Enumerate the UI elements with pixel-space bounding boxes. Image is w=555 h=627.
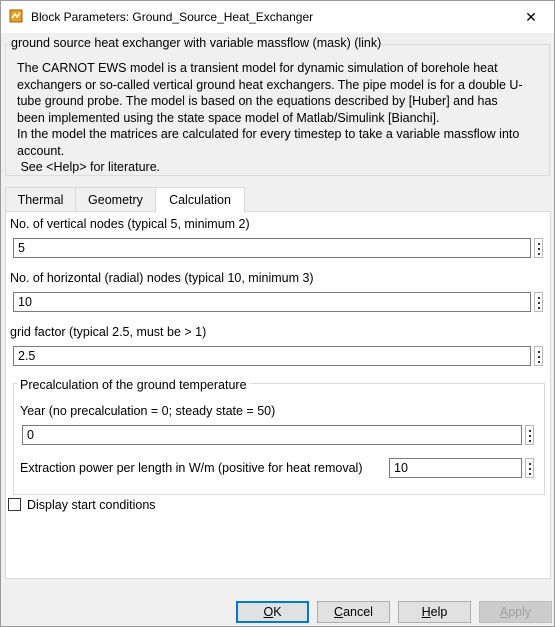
close-icon[interactable]: ✕	[508, 1, 554, 33]
tab-thermal[interactable]: Thermal	[5, 187, 76, 212]
vertical-ellipsis-icon[interactable]	[534, 238, 543, 258]
cancel-button[interactable]: Cancel	[317, 601, 390, 623]
window-title: Block Parameters: Ground_Source_Heat_Exc…	[31, 10, 314, 24]
ok-button[interactable]: OK	[236, 601, 309, 623]
description-line: account.	[17, 143, 65, 158]
vertical-ellipsis-icon[interactable]	[534, 346, 543, 366]
vertical-ellipsis-icon[interactable]	[534, 292, 543, 312]
horizontal-nodes-field[interactable]: 10	[13, 292, 531, 312]
description-line: The CARNOT EWS model is a transient mode…	[17, 61, 498, 75]
description-line: See <Help> for literature.	[17, 160, 161, 174]
year-label: Year (no precalculation = 0; steady stat…	[20, 404, 276, 418]
mask-title: ground source heat exchanger with variab…	[11, 36, 382, 50]
description-line: been implemented using the state space m…	[17, 110, 440, 125]
vertical-ellipsis-icon[interactable]	[525, 425, 534, 445]
apply-button[interactable]: Apply	[479, 601, 552, 623]
mask-description: The CARNOT EWS model is a transient mode…	[17, 60, 545, 176]
simulink-block-icon	[9, 9, 23, 23]
vertical-ellipsis-icon[interactable]	[525, 458, 534, 478]
year-field[interactable]: 0	[22, 425, 522, 445]
tab-calculation[interactable]: Calculation	[155, 187, 245, 213]
vertical-nodes-field[interactable]: 5	[13, 238, 531, 258]
grid-factor-label: grid factor (typical 2.5, must be > 1)	[10, 325, 207, 339]
precalculation-title: Precalculation of the ground temperature	[18, 378, 249, 392]
description-line: In the model the matrices are calculated…	[17, 127, 520, 141]
vertical-nodes-label: No. of vertical nodes (typical 5, minimu…	[10, 217, 250, 231]
extraction-power-field[interactable]: 10	[389, 458, 522, 478]
display-start-label[interactable]: Display start conditions	[27, 498, 156, 512]
help-button[interactable]: Help	[398, 601, 471, 623]
calculation-panel: No. of vertical nodes (typical 5, minimu…	[5, 211, 551, 579]
block-parameters-dialog: Block Parameters: Ground_Source_Heat_Exc…	[0, 0, 555, 627]
title-bar[interactable]: Block Parameters: Ground_Source_Heat_Exc…	[1, 1, 554, 33]
grid-factor-field[interactable]: 2.5	[13, 346, 531, 366]
display-start-checkbox[interactable]	[8, 498, 21, 511]
mask-description-group: ground source heat exchanger with variab…	[5, 36, 550, 176]
tab-geometry[interactable]: Geometry	[75, 187, 156, 212]
extraction-power-label: Extraction power per length in W/m (posi…	[20, 461, 363, 475]
horizontal-nodes-label: No. of horizontal (radial) nodes (typica…	[10, 271, 314, 285]
description-line: exchangers or so-called vertical ground …	[17, 77, 523, 92]
description-line: tube ground probe. The model is based on…	[17, 94, 498, 108]
